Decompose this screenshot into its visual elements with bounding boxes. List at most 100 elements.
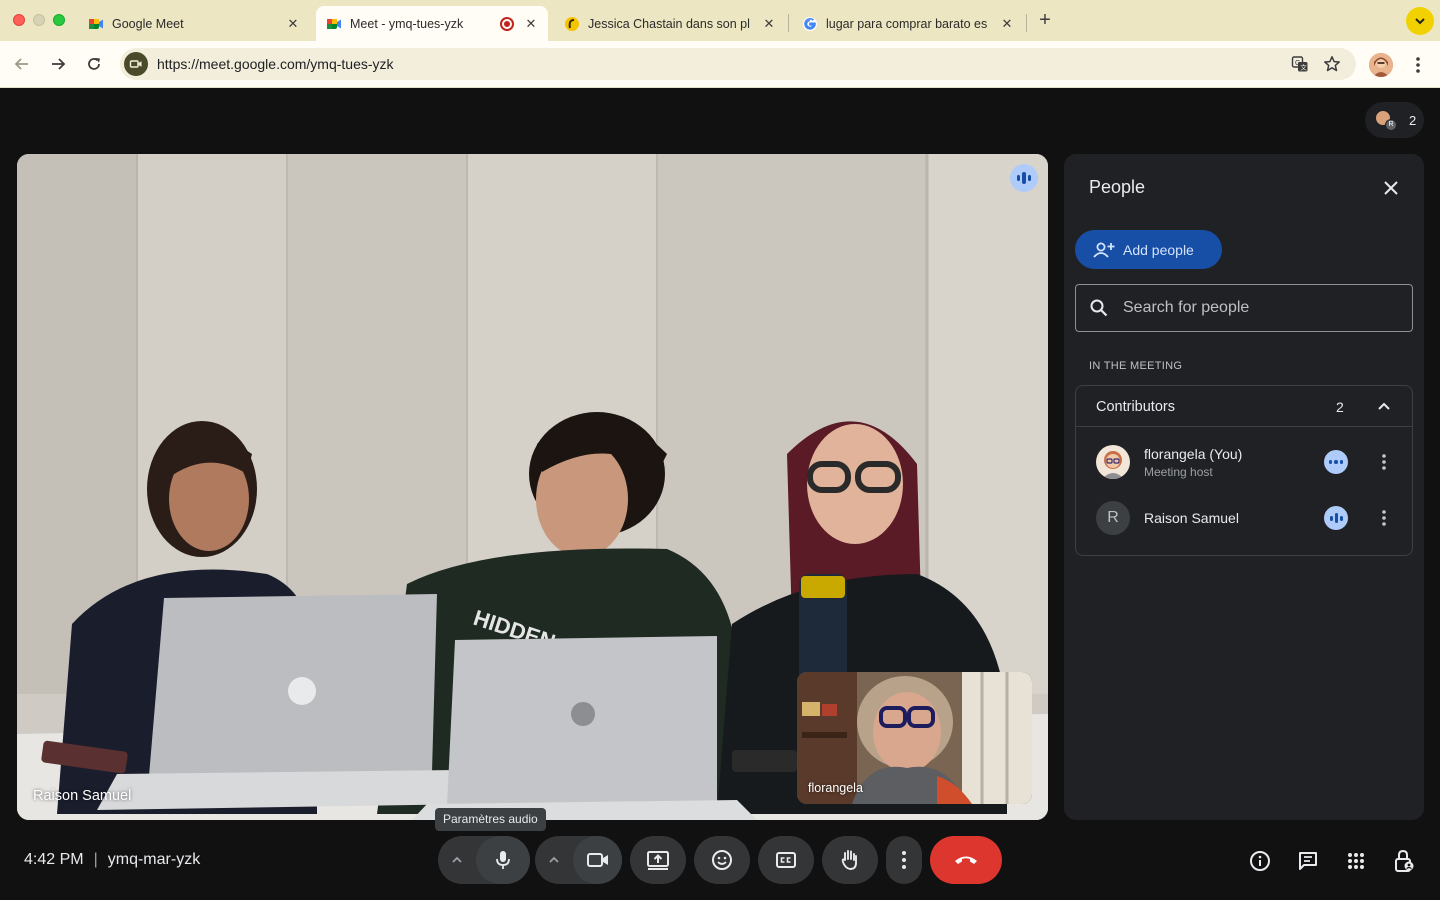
camera-button[interactable]: [573, 836, 622, 884]
avatar: [1096, 445, 1130, 479]
group-count: 2: [1336, 399, 1344, 415]
search-input[interactable]: [1123, 299, 1373, 317]
audio-settings-button[interactable]: [438, 836, 476, 884]
tab-separator: [788, 14, 789, 32]
lock-person-icon: [1395, 849, 1414, 872]
marmiton-icon: [565, 16, 579, 31]
chevron-down-icon: [1415, 18, 1425, 25]
chevron-up-icon: [549, 856, 559, 863]
participant-name-label: Raison Samuel: [33, 788, 132, 804]
captions-button[interactable]: [758, 836, 814, 884]
forward-button[interactable]: [45, 51, 71, 77]
google-g-icon: [803, 16, 817, 31]
reload-button[interactable]: [81, 51, 107, 77]
tab-search-button[interactable]: [1406, 7, 1434, 35]
camera-icon: [129, 60, 142, 68]
more-vert-icon: [1382, 454, 1386, 470]
chevron-up-icon[interactable]: [1374, 396, 1394, 416]
main-video-tile[interactable]: HIDDEN Raison Samuel florangela: [17, 154, 1048, 820]
window-zoom-button[interactable]: [53, 14, 65, 26]
window-close-button[interactable]: [13, 14, 25, 26]
translate-icon[interactable]: G文: [1290, 54, 1310, 74]
add-people-button[interactable]: Add people: [1075, 230, 1222, 269]
meet-window: R 2 HIDDEN Raison Samuel florangela Peop…: [0, 88, 1440, 900]
speaking-indicator-icon: [1010, 164, 1038, 192]
meeting-code: ymq-mar-yzk: [107, 851, 201, 868]
tab-separator: [1026, 14, 1027, 32]
back-button[interactable]: [9, 51, 35, 77]
chat-icon: [1299, 852, 1317, 870]
participant-avatars: R: [1373, 106, 1401, 134]
current-time: 4:42 PM: [24, 851, 84, 868]
participant-count: 2: [1409, 112, 1417, 128]
contributors-header[interactable]: Contributors 2: [1076, 386, 1412, 427]
raise-hand-button[interactable]: [822, 836, 878, 884]
google-meet-icon: [89, 18, 103, 29]
emoji-icon: [712, 850, 732, 870]
avatar: R: [1385, 119, 1397, 131]
speaking-indicator-icon: [1324, 506, 1348, 530]
participant-row[interactable]: florangela (You) Meeting host: [1076, 434, 1412, 490]
close-tab-icon[interactable]: ✕: [284, 16, 302, 32]
address-bar[interactable]: https://meet.google.com/ymq-tues-yzk G文: [120, 48, 1356, 80]
microphone-control-group: [438, 836, 530, 884]
participant-row[interactable]: R Raison Samuel: [1076, 490, 1412, 546]
close-tab-icon[interactable]: ✕: [522, 16, 540, 32]
arrow-left-icon: [14, 58, 28, 70]
camera-control-group: [535, 836, 622, 884]
new-tab-button[interactable]: +: [1034, 8, 1056, 32]
more-vert-icon: [1382, 510, 1386, 526]
more-options-button[interactable]: [886, 836, 922, 884]
close-icon: [1384, 181, 1398, 195]
section-label: IN THE MEETING: [1089, 360, 1183, 372]
divider: |: [93, 851, 98, 868]
browser-menu-button[interactable]: [1408, 53, 1428, 77]
reactions-button[interactable]: [694, 836, 750, 884]
tab-title: lugar para comprar barato es: [826, 16, 988, 31]
browser-tab-google-search[interactable]: lugar para comprar barato es ✕: [792, 6, 1024, 41]
video-settings-button[interactable]: [535, 836, 573, 884]
mic-activity-idle-icon: [1324, 450, 1348, 474]
contributors-group: Contributors 2 florangela (You) Meeting …: [1075, 385, 1413, 556]
activities-button[interactable]: [1343, 848, 1369, 874]
participant-more-options-button[interactable]: [1372, 450, 1396, 474]
close-tab-icon[interactable]: ✕: [998, 16, 1016, 32]
closed-captions-icon: [776, 852, 796, 868]
chat-button[interactable]: [1295, 848, 1321, 874]
more-vert-icon: [902, 851, 906, 869]
close-panel-button[interactable]: [1378, 175, 1404, 201]
tab-title: Google Meet: [112, 16, 184, 31]
bookmark-star-icon[interactable]: [1322, 54, 1342, 74]
present-screen-button[interactable]: [630, 836, 686, 884]
site-info-button[interactable]: [124, 52, 148, 76]
apps-grid-icon: [1348, 853, 1364, 869]
browser-tab-google-meet[interactable]: Google Meet ✕: [78, 6, 310, 41]
url-text: https://meet.google.com/ymq-tues-yzk: [157, 56, 394, 72]
microphone-button[interactable]: [476, 836, 530, 884]
profile-avatar[interactable]: [1369, 53, 1393, 77]
reload-icon: [88, 58, 100, 70]
group-title: Contributors: [1096, 399, 1175, 415]
participant-more-options-button[interactable]: [1372, 506, 1396, 530]
people-search-field[interactable]: [1075, 284, 1413, 332]
meeting-details-button[interactable]: [1247, 848, 1273, 874]
participant-name: Raison Samuel: [1144, 510, 1239, 526]
participants-chip[interactable]: R 2: [1365, 102, 1424, 138]
meeting-info-text: 4:42 PM | ymq-mar-yzk: [24, 851, 200, 869]
self-name-label: florangela: [808, 781, 863, 795]
more-vert-icon: [1416, 57, 1420, 73]
browser-tab-bar: Google Meet ✕ Meet - ymq-tues-yzk ✕ Jess…: [0, 0, 1440, 41]
people-panel: People Add people IN THE MEETING Contrib…: [1064, 154, 1424, 820]
leave-call-button[interactable]: [930, 836, 1002, 884]
self-video-tile[interactable]: florangela: [797, 672, 1032, 804]
tab-title: Meet - ymq-tues-yzk: [350, 16, 464, 31]
close-tab-icon[interactable]: ✕: [760, 16, 778, 32]
raise-hand-icon: [841, 850, 857, 870]
browser-tab-meet-active[interactable]: Meet - ymq-tues-yzk ✕: [316, 6, 548, 41]
window-minimize-button[interactable]: [33, 14, 45, 26]
arrow-right-icon: [52, 58, 66, 70]
call-end-icon: [955, 856, 977, 864]
browser-tab-jessica[interactable]: Jessica Chastain dans son pl ✕: [554, 6, 786, 41]
search-icon: [1090, 299, 1108, 317]
host-controls-button[interactable]: [1391, 848, 1417, 874]
